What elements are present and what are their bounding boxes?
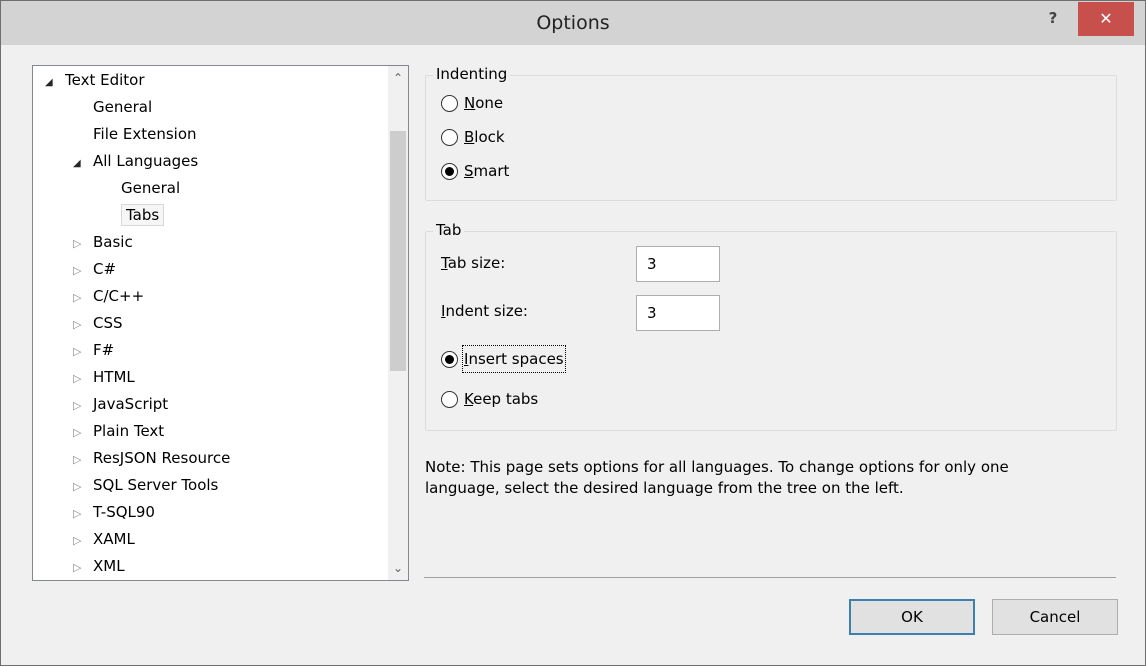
indent-size-label: Indent size: [441, 302, 528, 320]
tree-item[interactable]: ▷ C# [73, 257, 116, 281]
tree-item-label: Tabs [121, 204, 165, 226]
expanded-arrow-icon[interactable]: ◢ [73, 152, 93, 176]
tree-item[interactable]: ▷ C/C++ [73, 284, 144, 308]
scroll-thumb[interactable] [390, 131, 406, 371]
dialog-body: ◢ Text Editor General File Extension ◢ All La… [17, 45, 1133, 653]
collapsed-arrow-icon[interactable]: ▷ [73, 313, 93, 337]
tree-item-label: T-SQL90 [93, 503, 155, 521]
note-text: Note: This page sets options for all lan… [425, 458, 1009, 497]
tree-item-label: Plain Text [93, 422, 165, 440]
tree-item[interactable]: General [73, 95, 152, 119]
collapsed-arrow-icon[interactable]: ▷ [73, 286, 93, 310]
tree-scrollbar[interactable]: ⌃ ⌄ [388, 66, 408, 580]
radio-checked-icon [441, 162, 458, 180]
tree-item-label: File Extension [93, 125, 197, 143]
radio-icon [441, 128, 458, 146]
tree-item[interactable]: Tabs [101, 203, 165, 227]
tree-item[interactable]: ▷ JavaScript [73, 392, 168, 416]
collapsed-arrow-icon[interactable]: ▷ [73, 421, 93, 445]
separator [424, 577, 1116, 578]
title-bar: Options ? ✕ [1, 1, 1145, 45]
collapsed-arrow-icon[interactable]: ▷ [73, 394, 93, 418]
tree-item[interactable]: ▷ HTML [73, 365, 135, 389]
tree-item[interactable]: ▷ CSS [73, 311, 123, 335]
tree-item-label: All Languages [93, 152, 199, 170]
radio-label-insert-spaces: Insert spaces [462, 345, 566, 373]
tree-item[interactable]: File Extension [73, 122, 197, 146]
tree-item[interactable]: ▷ XML [73, 554, 125, 578]
collapsed-arrow-icon[interactable]: ▷ [73, 367, 93, 391]
tree-item-label: ResJSON Resource [93, 449, 231, 467]
cancel-button[interactable]: Cancel [992, 599, 1118, 635]
tree-item-label: General [121, 179, 181, 197]
tree-item-label: General [93, 98, 153, 116]
tree-item[interactable]: ◢ Text Editor [45, 68, 145, 92]
tree-item[interactable]: ▷ Plain Text [73, 419, 164, 443]
indent-block-radio[interactable]: Block [441, 125, 505, 149]
tree-item-label: CSS [93, 314, 123, 332]
tree-item[interactable]: ▷ SQL Server Tools [73, 473, 218, 497]
indent-size-input[interactable]: 3 [636, 295, 720, 331]
radio-label-smart: Smart [464, 162, 510, 180]
ok-button[interactable]: OK [849, 599, 975, 635]
tree-item-label: Basic [93, 233, 133, 251]
collapsed-arrow-icon[interactable]: ▷ [73, 259, 93, 283]
options-tree[interactable]: ◢ Text Editor General File Extension ◢ All La… [32, 65, 409, 581]
collapsed-arrow-icon[interactable]: ▷ [73, 340, 93, 364]
tree-item-label: XAML [93, 530, 135, 548]
tree-item[interactable]: General [101, 176, 180, 200]
radio-label-block: Block [464, 128, 505, 146]
collapsed-arrow-icon[interactable]: ▷ [73, 232, 93, 256]
dialog-title: Options [536, 12, 610, 34]
tree-item-label: SQL Server Tools [93, 476, 219, 494]
expanded-arrow-icon[interactable]: ◢ [45, 71, 65, 95]
tree-item-label: C/C++ [93, 287, 145, 305]
insert-spaces-radio[interactable]: Insert spaces [441, 345, 566, 373]
tab-size-input[interactable]: 3 [636, 246, 720, 282]
tab-legend: Tab [433, 221, 465, 239]
collapsed-arrow-icon[interactable]: ▷ [73, 448, 93, 472]
tree-item-label: XML [93, 557, 125, 575]
options-dialog: Options ? ✕ ◢ Text Editor General File Exte… [0, 0, 1146, 666]
indent-none-radio[interactable]: None [441, 91, 503, 115]
tree-item[interactable]: ◢ All Languages [73, 149, 198, 173]
collapsed-arrow-icon[interactable]: ▷ [73, 556, 93, 580]
tree-item-label: F# [93, 341, 115, 359]
close-button[interactable]: ✕ [1078, 2, 1134, 36]
tree-item-label: HTML [93, 368, 135, 386]
tree-item-label: C# [93, 260, 117, 278]
collapsed-arrow-icon[interactable]: ▷ [73, 529, 93, 553]
help-button[interactable]: ? [1035, 3, 1071, 33]
collapsed-arrow-icon[interactable]: ▷ [73, 502, 93, 526]
indent-smart-radio[interactable]: Smart [441, 159, 509, 183]
radio-icon [441, 94, 458, 112]
tree-item-label: Text Editor [65, 71, 145, 89]
tab-size-label: Tab size: [441, 254, 506, 272]
tree-item[interactable]: ▷ F# [73, 338, 114, 362]
tree-item[interactable]: ▷ T-SQL90 [73, 500, 155, 524]
collapsed-arrow-icon[interactable]: ▷ [73, 475, 93, 499]
scroll-down-icon[interactable]: ⌄ [388, 558, 408, 578]
scroll-up-icon[interactable]: ⌃ [388, 68, 408, 88]
tree-item[interactable]: ▷ Basic [73, 230, 133, 254]
radio-label-none: None [464, 94, 504, 112]
indenting-group [425, 75, 1117, 201]
indenting-legend: Indenting [433, 65, 511, 83]
keep-tabs-radio[interactable]: Keep tabs [441, 387, 538, 411]
tree-item[interactable]: ▷ XAML [73, 527, 135, 551]
radio-checked-icon [441, 350, 458, 368]
tree-item[interactable]: ▷ ResJSON Resource [73, 446, 230, 470]
radio-icon [441, 390, 458, 408]
tree-item-label: JavaScript [93, 395, 169, 413]
radio-label-keep-tabs: Keep tabs [464, 390, 539, 408]
